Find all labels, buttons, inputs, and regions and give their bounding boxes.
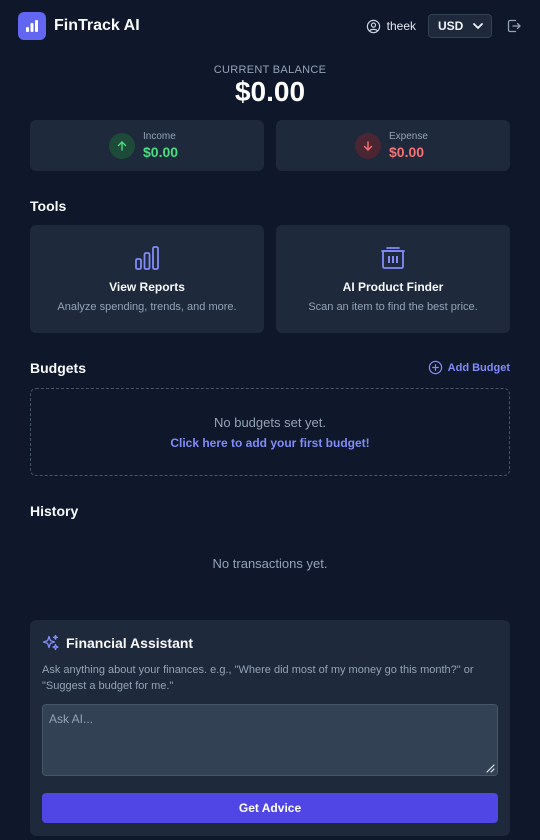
user-profile[interactable]: theek — [366, 19, 416, 34]
ai-product-finder-card[interactable]: AI Product Finder Scan an item to find t… — [276, 225, 510, 333]
user-name: theek — [386, 19, 416, 33]
ask-ai-input[interactable] — [42, 704, 498, 776]
app-title: FinTrack AI — [54, 17, 140, 34]
view-reports-card[interactable]: View Reports Analyze spending, trends, a… — [30, 225, 264, 333]
expense-icon-badge — [355, 132, 381, 159]
ai-product-finder-title: AI Product Finder — [342, 280, 444, 294]
add-budget-label: Add Budget — [447, 361, 510, 374]
sparkles-icon — [42, 634, 59, 651]
add-first-budget-link[interactable]: Click here to add your first budget! — [31, 436, 509, 450]
view-reports-title: View Reports — [109, 280, 185, 294]
history-empty-text: No transactions yet. — [212, 556, 328, 571]
arrow-up-icon — [117, 140, 127, 151]
add-budget-button[interactable]: Add Budget — [428, 360, 510, 375]
chevron-down-icon — [473, 23, 483, 29]
expense-value: $0.00 — [389, 144, 425, 160]
budgets-empty-text: No budgets set yet. — [213, 415, 326, 430]
resize-handle-icon[interactable] — [485, 763, 495, 773]
income-label: Income — [143, 131, 176, 142]
currency-value: USD — [438, 19, 464, 33]
view-reports-desc: Analyze spending, trends, and more. — [57, 301, 237, 313]
assistant-description: Ask anything about your finances. e.g., … — [42, 664, 474, 692]
tools-title: Tools — [30, 198, 67, 214]
income-card: Income $0.00 — [30, 120, 264, 171]
expense-card: Expense $0.00 — [276, 120, 510, 171]
app-header: FinTrack AI theek USD — [0, 0, 540, 52]
app-logo — [18, 12, 46, 40]
bar-chart-icon — [135, 246, 159, 270]
history-title: History — [30, 503, 79, 519]
barcode-scanner-icon — [381, 247, 405, 269]
income-icon-badge — [109, 132, 135, 159]
logout-button[interactable] — [506, 18, 522, 34]
bar-chart-icon — [26, 20, 38, 32]
ai-product-finder-desc: Scan an item to find the best price. — [308, 301, 478, 313]
balance-value: $0.00 — [234, 76, 306, 107]
currency-select[interactable]: USD — [428, 14, 492, 38]
balance-label: CURRENT BALANCE — [213, 64, 327, 76]
logout-icon — [507, 19, 521, 33]
arrow-down-icon — [363, 140, 373, 151]
plus-circle-icon — [428, 360, 442, 375]
expense-label: Expense — [389, 131, 428, 142]
assistant-title: Financial Assistant — [66, 635, 194, 651]
get-advice-button[interactable]: Get Advice — [42, 793, 498, 823]
user-circle-icon — [366, 19, 380, 33]
income-value: $0.00 — [143, 144, 179, 160]
financial-assistant-panel: Financial Assistant Ask anything about y… — [30, 620, 510, 836]
budgets-title: Budgets — [30, 360, 86, 376]
budgets-empty-state: No budgets set yet. Click here to add yo… — [30, 388, 510, 476]
